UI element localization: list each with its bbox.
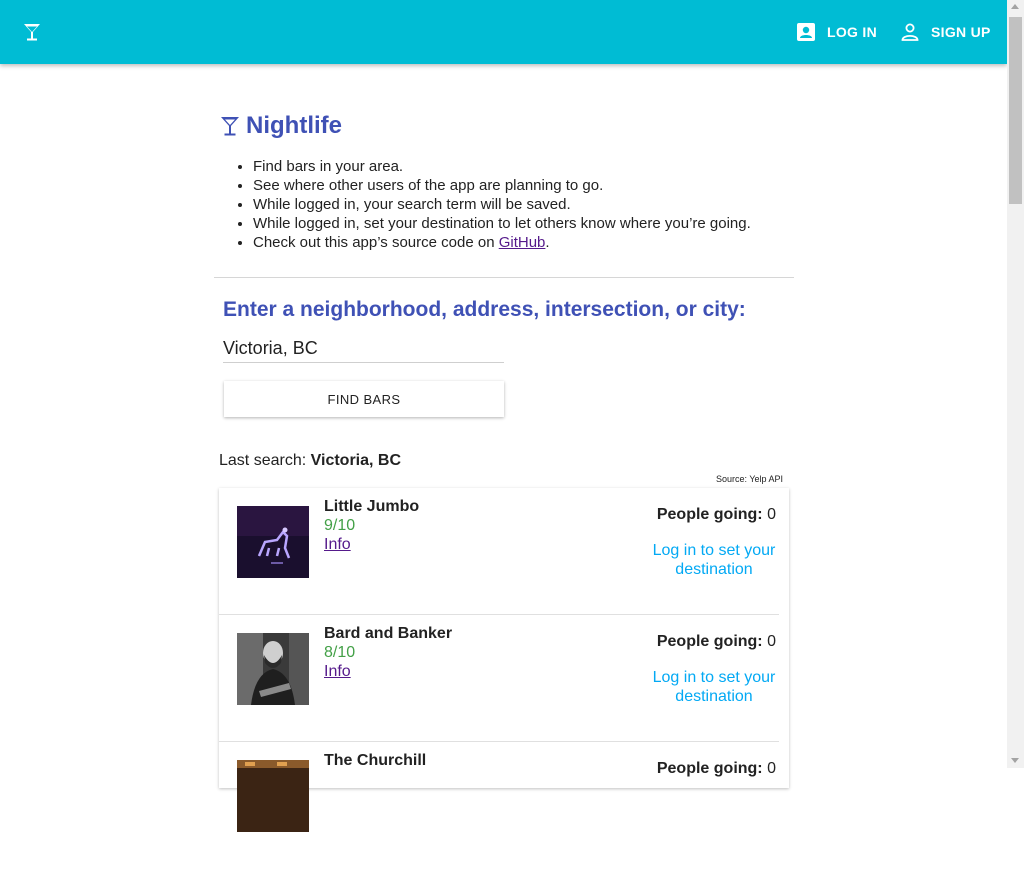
scroll-up-arrow-icon[interactable] [1011,4,1019,9]
bar-name: The Churchill [324,752,427,769]
people-going: People going: 0 [657,760,776,778]
feature-item: Check out this app’s source code on GitH… [253,233,751,252]
people-going-count: 0 [767,760,776,777]
people-going-label: People going: [656,760,763,777]
list-item: Bard and Banker 8/10 Info People going: … [219,615,779,742]
find-bars-button[interactable]: FIND BARS [224,381,504,417]
source-label: Source: Yelp API [716,474,784,484]
bar-thumbnail [237,760,309,832]
login-to-set-destination-link[interactable]: Log in to set your destination [649,541,779,579]
last-search-value: Victoria, BC [310,452,402,469]
results-list: Little Jumbo 9/10 Info People going: 0 L… [219,488,789,832]
list-item: Little Jumbo 9/10 Info People going: 0 L… [219,488,779,615]
people-going-count: 0 [767,633,776,650]
people-going: People going: 0 [657,633,776,651]
bar-rating: 9/10 [324,517,356,534]
bar-thumbnail [237,633,309,705]
search-input[interactable] [223,334,504,363]
last-search: Last search: Victoria, BC [219,452,401,470]
bar-info-link[interactable]: Info [324,663,351,681]
last-search-label: Last search: [219,452,307,469]
signup-label: SIGN UP [931,24,991,40]
page-header: Nightlife [220,112,342,140]
page-title: Nightlife [246,112,342,139]
people-going-label: People going: [656,506,763,523]
cocktail-icon[interactable] [22,22,42,42]
account-box-icon [797,23,815,41]
bar-thumbnail [237,506,309,578]
bar-name: Bard and Banker [324,625,453,642]
vertical-scrollbar[interactable] [1007,0,1024,768]
people-going-count: 0 [767,506,776,523]
people-going-label: People going: [656,633,763,650]
bar-info-link[interactable]: Info [324,536,351,554]
login-button[interactable]: LOG IN [795,20,877,44]
feature-item: See where other users of the app are pla… [253,176,751,195]
signup-button[interactable]: SIGN UP [899,20,991,44]
divider [214,277,794,278]
list-item: The Churchill People going: 0 [219,742,779,869]
login-label: LOG IN [827,24,878,40]
app-bar: LOG IN SIGN UP [0,0,1007,64]
search-prompt: Enter a neighborhood, address, intersect… [223,298,746,321]
feature-item: While logged in, your search term will b… [253,195,751,214]
people-going: People going: 0 [657,506,776,524]
person-outline-icon [901,23,919,41]
scrollbar-thumb[interactable] [1009,17,1022,204]
scroll-down-arrow-icon[interactable] [1011,758,1019,763]
bar-name: Little Jumbo [324,498,420,515]
feature-list: Find bars in your area. See where other … [233,157,751,252]
feature-item: While logged in, set your destination to… [253,214,751,233]
feature-tail: . [545,234,550,251]
github-link[interactable]: GitHub [499,234,546,251]
cocktail-icon [221,117,239,136]
feature-item: Find bars in your area. [253,157,751,176]
bar-rating: 8/10 [324,644,356,661]
login-to-set-destination-link[interactable]: Log in to set your destination [649,668,779,706]
feature-text: Check out this app’s source code on [253,234,499,251]
